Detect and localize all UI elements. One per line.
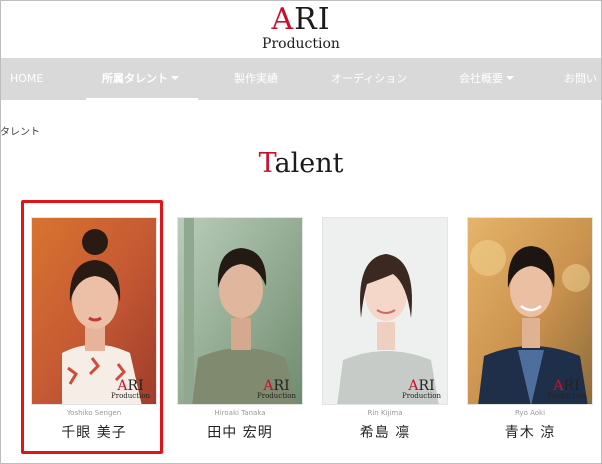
nav-item-audition[interactable]: オーディション [331,58,407,100]
talent-card[interactable]: ARI Production [177,217,303,405]
nav-item-home[interactable]: HOME [10,58,43,100]
talent-photo [178,218,302,404]
logo-mark: ARI [271,2,331,37]
nav-item-company[interactable]: 会社概要 [459,58,514,100]
chevron-down-icon [171,76,179,80]
talent-name[interactable]: 田中 宏明 [177,422,303,442]
card-logo: ARI Production [402,378,441,400]
chevron-down-icon [506,76,514,80]
talent-card[interactable]: ARI Production [467,217,593,405]
page-title: Talent [258,148,344,179]
card-logo: ARI Production [547,378,586,400]
breadcrumb[interactable]: タレント [0,123,40,138]
talent-photo [323,218,447,404]
talent-photo [468,218,592,404]
main-nav: HOME 所属タレント 製作実績 オーディション 会社概要 お問い [1,58,601,100]
nav-item-talent[interactable]: 所属タレント [102,58,179,100]
nav-item-contact[interactable]: お問い [564,58,597,100]
site-logo[interactable]: ARI Production [0,2,602,52]
nav-item-works[interactable]: 製作実績 [234,58,278,100]
logo-subtitle: Production [262,36,340,52]
talent-romaji-name: Rin Kijima [367,409,403,417]
selection-highlight [21,200,163,454]
talent-card[interactable]: ARI Production [322,217,448,405]
talent-romaji-name: Hiroaki Tanaka [214,409,266,417]
nav-active-indicator [86,98,198,100]
talent-name[interactable]: 青木 涼 [467,422,593,442]
card-logo: ARI Production [257,378,296,400]
talent-romaji-name: Ryo Aoki [514,409,546,417]
talent-name[interactable]: 希島 凛 [322,422,448,442]
